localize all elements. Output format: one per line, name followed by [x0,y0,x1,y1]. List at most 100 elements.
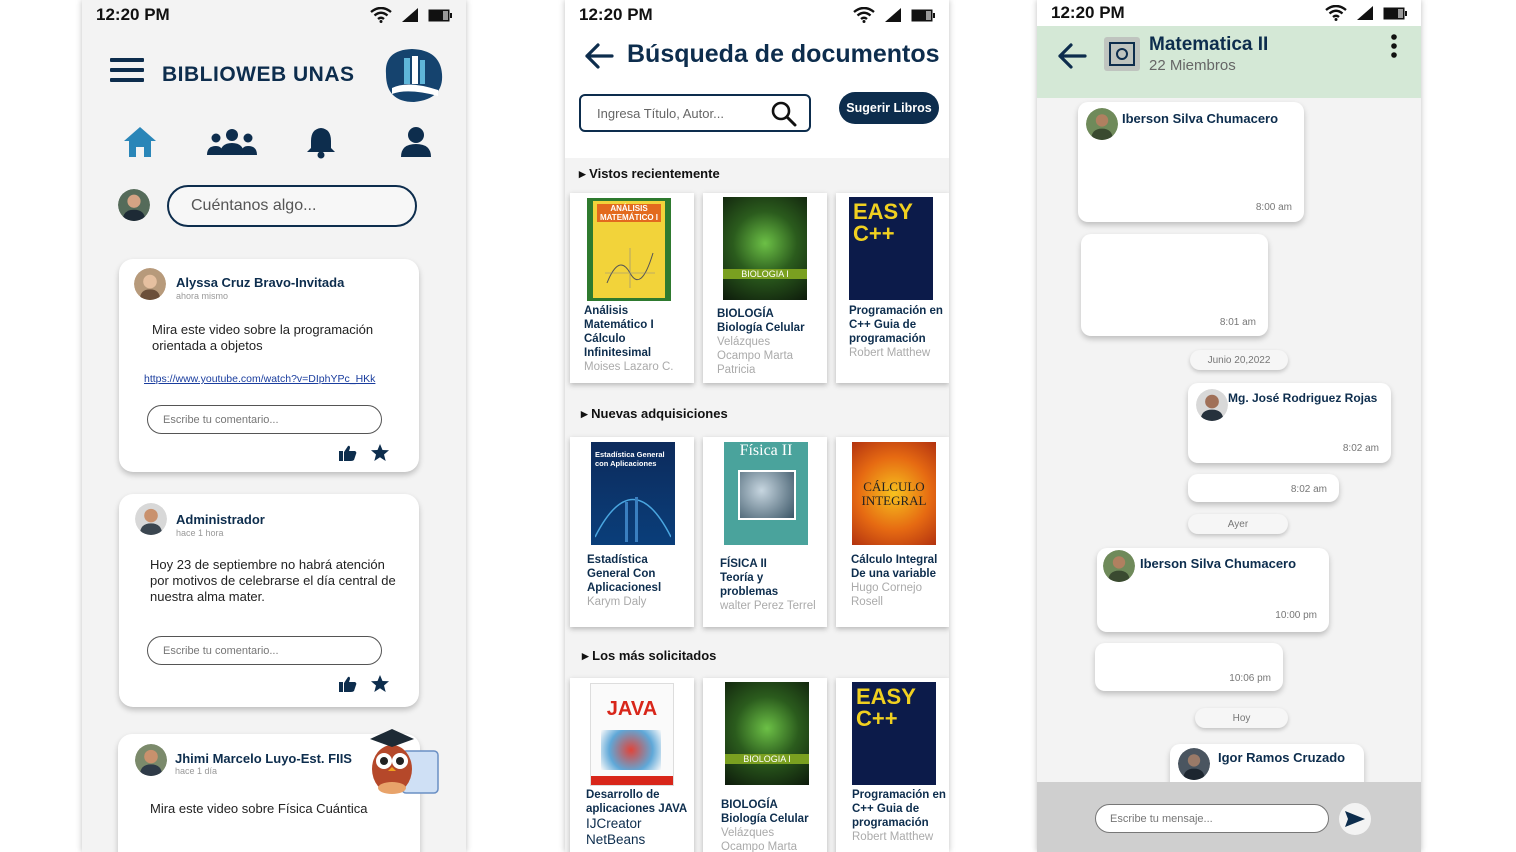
message-bubble[interactable]: Mg. José Rodriguez Rojas 8:02 am [1188,383,1391,463]
avatar [135,744,167,776]
battery-icon [1383,7,1407,19]
star-icon[interactable] [371,444,389,461]
book-author: Moises Lazaro C. [584,361,674,373]
status-time: 12:20 PM [579,5,653,24]
message-bubble[interactable]: 8:02 am [1188,474,1339,502]
message-bubble[interactable]: 8:01 am [1081,234,1268,336]
search-icon[interactable] [770,100,798,128]
section-label: Nuevas adquisiciones [591,406,728,421]
sender-name: Iberson Silva Chumacero [1140,556,1297,571]
search-placeholder: Ingresa Título, Autor... [597,105,724,121]
book-card[interactable]: BIOLOGIA I BIOLOGÍA Biología Celular Vel… [703,678,827,852]
book-subtitle: IJCreator NetBeans [586,816,646,847]
book-title: Estadística General Con Aplicacionesl [587,554,662,594]
message-time: 8:01 am [1219,317,1256,328]
like-icon[interactable] [339,676,357,692]
signal-icon [402,8,418,22]
wifi-icon [1325,5,1347,21]
avatar [1103,550,1135,582]
book-info: Estadística General Con Aplicacionesl Ka… [587,553,699,609]
book-info: Desarrollo de aplicaciones JAVA IJCreato… [586,788,698,848]
cover-title: BIOLOGIA I [723,269,807,279]
post-link[interactable]: https://www.youtube.com/watch?v=DIphYPc_… [144,373,375,385]
cover-title: Estadística General con Aplicaciones [595,450,665,468]
group-name: Matematica II [1149,34,1269,55]
user-avatar[interactable] [118,189,150,221]
app-logo [385,49,443,102]
book-cover: Física II [724,442,808,545]
star-icon[interactable] [371,675,389,692]
post-time: ahora mismo [176,291,229,301]
book-title: Desarrollo de aplicaciones JAVA [586,789,688,815]
suggest-books-button[interactable]: Sugerir Libros [839,92,939,124]
status-icons [853,7,935,23]
book-cover: BIOLOGIA I [723,197,807,300]
compose-input[interactable]: Cuéntanos algo... [167,185,417,227]
group-avatar-icon [1104,37,1140,71]
cover-title: Física II [739,442,793,459]
status-icons [370,7,452,23]
book-card[interactable]: ANÁLISIS MATEMÁTICO I Análisis Matemátic… [570,193,694,383]
home-icon[interactable] [123,126,157,158]
book-card[interactable]: JAVA Desarrollo de aplicaciones JAVA IJC… [570,678,694,852]
message-time: 8:02 am [1290,484,1327,495]
book-card[interactable]: BIOLOGIA I BIOLOGÍA Biología Celular Vel… [703,193,827,383]
book-card[interactable]: Física II FÍSICA II Teoría y problemas w… [703,437,827,627]
book-info: BIOLOGÍA Biología Celular Velázques Ocam… [721,798,833,852]
book-card[interactable]: EASY C++ Programación en C++ Guia de pro… [836,678,949,852]
cover-title: CÁLCULO INTEGRAL [861,479,927,508]
message-bubble[interactable]: Iberson Silva Chumacero 10:00 pm [1097,548,1329,632]
date-separator: Junio 20,2022 [1190,350,1288,370]
book-cover: JAVA [590,683,674,786]
book-info: Cálculo Integral De una variable Hugo Co… [851,553,947,609]
sender-name: Iberson Silva Chumacero [1122,111,1279,126]
group-members: 22 Miembros [1149,57,1236,74]
post-time: hace 1 hora [176,528,224,538]
message-time: 8:00 am [1255,202,1292,213]
bell-icon[interactable] [305,125,337,159]
owl-mascot [370,729,439,794]
post-text: Mira este video sobre la programación or… [152,322,374,353]
section-title[interactable]: ▸ Los más solicitados [582,648,716,664]
book-author: Velázques Ocampo Marta [721,827,798,852]
book-title: BIOLOGÍA Biología Celular [717,308,805,334]
message-input[interactable]: Escribe tu mensaje... [1095,804,1329,833]
date-separator: Hoy [1195,708,1288,728]
book-author: Robert Matthew [852,831,934,843]
book-card[interactable]: Estadística General con Aplicaciones Est… [570,437,694,627]
message-bar: Escribe tu mensaje... [1037,782,1421,852]
book-cover: EASY C++ [852,682,936,785]
book-cover: BIOLOGIA I [725,682,809,785]
comment-input[interactable]: Escribe tu comentario... [147,636,382,665]
book-info: Programación en C++ Guia de programación… [852,788,948,844]
book-author: Robert Matthew [849,347,931,359]
section-title[interactable]: ▸ Nuevas adquisiciones [581,406,728,422]
status-time: 12:20 PM [96,5,170,24]
send-button[interactable] [1339,803,1371,835]
more-options-icon[interactable] [1389,33,1399,59]
book-title: BIOLOGÍA Biología Celular [721,799,809,825]
comment-input[interactable]: Escribe tu comentario... [147,405,382,434]
message-bubble[interactable]: Iberson Silva Chumacero 8:00 am [1078,102,1304,222]
back-arrow-icon[interactable] [1057,42,1087,70]
message-bubble[interactable]: 10:06 pm [1095,643,1283,691]
book-cover: CÁLCULO INTEGRAL [852,442,936,545]
post-card: Administrador hace 1 hora Hoy 23 de sept… [119,494,419,707]
status-bar: 12:20 PM [565,0,949,30]
message-time: 10:00 pm [1275,610,1317,621]
menu-icon[interactable] [110,52,144,88]
cover-title: ANÁLISIS MATEMÁTICO I [597,204,661,222]
book-title: Cálculo Integral De una variable [851,554,938,580]
community-icon[interactable] [206,128,258,156]
post-author: Alyssa Cruz Bravo-Invitada [176,275,345,290]
post-author: Jhimi Marcelo Luyo-Est. FIIS [175,751,352,766]
post-text: Hoy 23 de septiembre no habrá atención p… [150,557,396,604]
section-title[interactable]: ▸ Vistos recientemente [579,166,720,182]
book-card[interactable]: EASY C++ Programación en C++ Guia de pro… [836,193,949,383]
post-time: hace 1 día [175,766,218,776]
like-icon[interactable] [339,445,357,461]
profile-icon[interactable] [400,126,432,158]
back-arrow-icon[interactable] [584,42,614,70]
book-card[interactable]: CÁLCULO INTEGRAL Cálculo Integral De una… [836,437,949,627]
book-author: Hugo Cornejo Rosell [851,582,922,608]
